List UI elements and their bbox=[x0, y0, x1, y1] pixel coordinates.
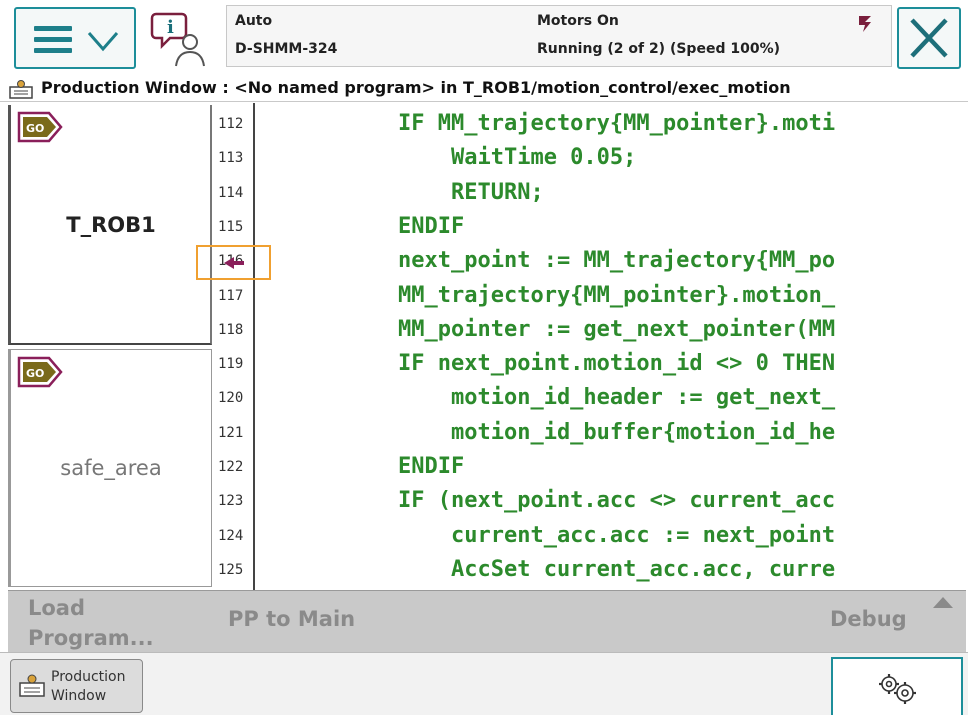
window-title: Production Window : <No named program> i… bbox=[41, 78, 791, 97]
load-program-button[interactable]: Load Program... bbox=[28, 593, 178, 653]
task-name: T_ROB1 bbox=[66, 213, 156, 237]
quickset-button[interactable] bbox=[831, 657, 963, 715]
line-number: 115 bbox=[218, 219, 244, 235]
main-menu-button[interactable] bbox=[14, 7, 136, 69]
code-line[interactable]: IF next_point.motion_id <> 0 THEN bbox=[398, 347, 835, 381]
line-number: 117 bbox=[218, 288, 244, 304]
code-line[interactable]: WaitTime 0.05; bbox=[398, 141, 636, 175]
close-icon bbox=[910, 18, 948, 58]
code-line[interactable]: IF MM_trajectory{MM_pointer}.moti bbox=[398, 107, 835, 141]
window-title-bar: Production Window : <No named program> i… bbox=[0, 76, 968, 102]
code-line[interactable]: IF (next_point.acc <> current_acc bbox=[398, 484, 835, 518]
svg-text:GO: GO bbox=[26, 367, 44, 380]
go-badge-icon: GO bbox=[17, 111, 63, 143]
code-line[interactable]: MM_trajectory{MM_pointer}.motion_ bbox=[398, 279, 835, 313]
code-line[interactable]: ENDIF bbox=[398, 450, 464, 484]
line-number: 120 bbox=[218, 390, 244, 406]
task-name: safe_area bbox=[60, 456, 162, 480]
close-button[interactable] bbox=[897, 7, 961, 69]
svg-text:i: i bbox=[167, 17, 174, 38]
debug-button[interactable]: Debug bbox=[830, 607, 907, 631]
command-bar: Load Program... PP to Main Debug bbox=[8, 590, 966, 652]
line-number: 125 bbox=[218, 562, 244, 578]
line-number: 118 bbox=[218, 322, 244, 338]
operating-mode: Auto bbox=[235, 13, 273, 29]
svg-text:GO: GO bbox=[26, 122, 44, 135]
line-number: 114 bbox=[218, 185, 244, 201]
go-badge-icon: GO bbox=[17, 356, 63, 388]
line-number-gutter: 1121131141151161171181191201211221231241… bbox=[212, 103, 255, 590]
production-window-icon bbox=[9, 80, 33, 99]
hamburger-icon bbox=[34, 26, 72, 54]
code-line[interactable]: current_acc.acc := next_point bbox=[398, 519, 835, 553]
code-view[interactable]: IF MM_trajectory{MM_pointer}.moti WaitTi… bbox=[258, 103, 968, 590]
program-pointer-marker bbox=[196, 245, 271, 280]
line-number: 121 bbox=[218, 425, 244, 441]
speed-icon bbox=[859, 16, 871, 32]
code-line[interactable]: MM_pointer := get_next_pointer(MM bbox=[398, 313, 835, 347]
line-number: 122 bbox=[218, 459, 244, 475]
gears-icon bbox=[879, 674, 916, 704]
taskbar-production-window[interactable]: Production Window bbox=[10, 659, 143, 713]
production-window-icon bbox=[19, 674, 45, 697]
code-line[interactable]: motion_id_buffer{motion_id_he bbox=[398, 416, 835, 450]
program-pointer-icon bbox=[224, 257, 244, 269]
task-item-t-rob1[interactable]: GO T_ROB1 bbox=[8, 105, 212, 345]
chevron-up-icon[interactable] bbox=[932, 595, 954, 609]
line-number: 124 bbox=[218, 528, 244, 544]
taskbar: Production Window bbox=[0, 652, 968, 715]
chevron-down-icon bbox=[87, 32, 119, 52]
code-line[interactable]: RETURN; bbox=[398, 176, 544, 210]
line-number: 123 bbox=[218, 493, 244, 509]
task-item-safe-area[interactable]: GO safe_area bbox=[8, 349, 212, 587]
controller-status[interactable]: Auto D-SHMM-324 Motors On Running (2 of … bbox=[226, 5, 892, 67]
program-editor: GO T_ROB1 GO safe_area 11211311411511611… bbox=[0, 103, 968, 590]
run-state: Running (2 of 2) (Speed 100%) bbox=[537, 41, 780, 57]
code-line[interactable]: AccSet current_acc.acc, curre bbox=[398, 553, 835, 587]
motors-state: Motors On bbox=[537, 13, 619, 29]
line-number: 112 bbox=[218, 116, 244, 132]
code-line[interactable]: next_point := MM_trajectory{MM_po bbox=[398, 244, 835, 278]
event-log-icon[interactable]: i bbox=[148, 8, 216, 68]
line-number: 119 bbox=[218, 356, 244, 372]
line-number: 113 bbox=[218, 150, 244, 166]
pp-to-main-button[interactable]: PP to Main bbox=[228, 607, 355, 631]
controller-name: D-SHMM-324 bbox=[235, 41, 338, 57]
code-line[interactable]: motion_id_header := get_next_ bbox=[398, 381, 835, 415]
task-panel: GO T_ROB1 GO safe_area bbox=[8, 105, 214, 589]
top-status-bar: i Auto D-SHMM-324 Motors On Running (2 o… bbox=[0, 0, 968, 76]
code-line[interactable]: ENDIF bbox=[398, 210, 464, 244]
